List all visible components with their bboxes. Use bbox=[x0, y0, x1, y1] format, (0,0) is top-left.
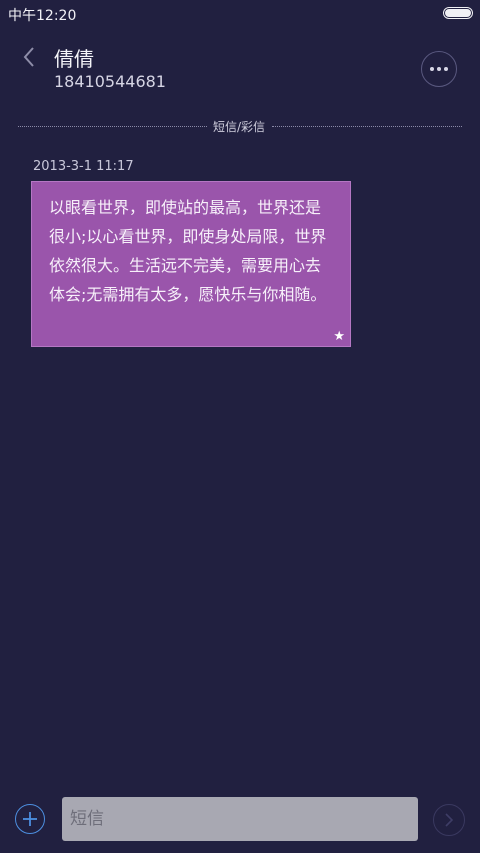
more-options-button[interactable] bbox=[421, 51, 457, 87]
contact-name: 倩倩 bbox=[54, 47, 94, 71]
message-timestamp: 2013-3-1 11:17 bbox=[33, 159, 134, 174]
divider-line bbox=[18, 126, 207, 127]
message-text: 以眼看世界，即使站的最高，世界还是很小;以心看世界，即使身处局限，世界依然很大。… bbox=[49, 198, 327, 304]
contact-number: 18410544681 bbox=[54, 72, 166, 91]
divider-line bbox=[272, 126, 462, 127]
status-bar: 中午12:20 bbox=[0, 0, 480, 28]
send-button[interactable] bbox=[433, 804, 465, 836]
status-time: 中午12:20 bbox=[8, 8, 77, 24]
conversation-header: 倩倩 18410544681 bbox=[0, 28, 480, 108]
star-icon: ★ bbox=[333, 329, 345, 344]
battery-icon bbox=[443, 7, 473, 19]
message-type-label: 短信/彩信 bbox=[212, 120, 266, 134]
battery-level bbox=[445, 9, 471, 17]
add-attachment-button[interactable] bbox=[15, 804, 45, 834]
message-input[interactable] bbox=[62, 797, 418, 841]
message-bubble[interactable]: 以眼看世界，即使站的最高，世界还是很小;以心看世界，即使身处局限，世界依然很大。… bbox=[31, 181, 351, 347]
chevron-right-icon bbox=[445, 813, 454, 827]
back-button[interactable] bbox=[14, 42, 44, 72]
compose-bar bbox=[0, 790, 480, 850]
plus-icon bbox=[23, 812, 37, 826]
chevron-left-icon bbox=[23, 47, 34, 67]
more-dots-icon bbox=[430, 67, 448, 71]
message-type-divider: 短信/彩信 bbox=[18, 117, 462, 135]
